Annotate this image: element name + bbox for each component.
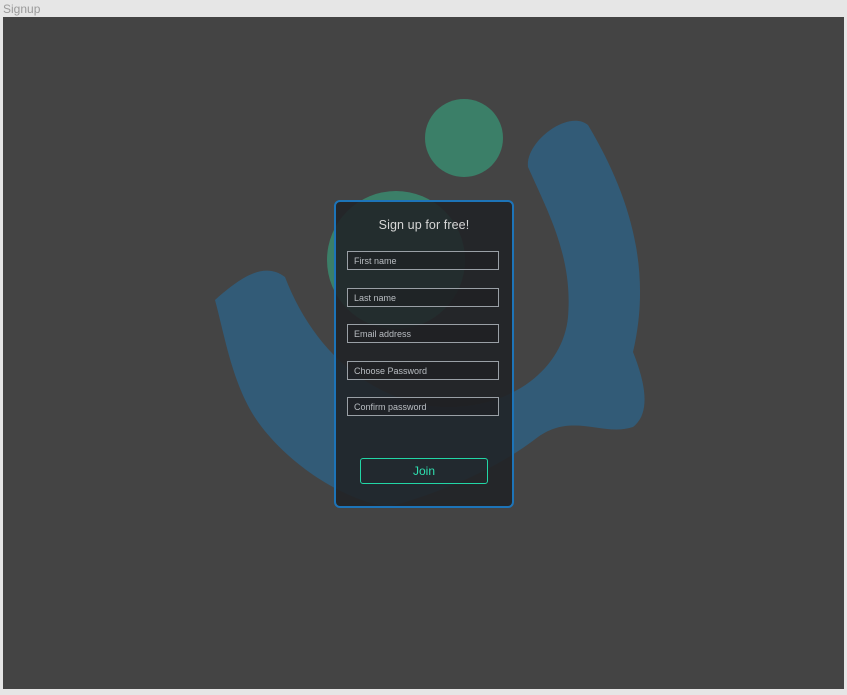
logo-head-circle xyxy=(425,99,503,177)
first-name-input[interactable] xyxy=(347,251,499,270)
window-title: Signup xyxy=(3,2,41,16)
choose-password-input[interactable] xyxy=(347,361,499,380)
last-name-input[interactable] xyxy=(347,288,499,307)
signup-canvas: Sign up for free! Join xyxy=(3,17,844,689)
join-button[interactable]: Join xyxy=(360,458,488,484)
confirm-password-input[interactable] xyxy=(347,397,499,416)
signup-title: Sign up for free! xyxy=(378,218,470,232)
email-address-input[interactable] xyxy=(347,324,499,343)
signup-card: Sign up for free! Join xyxy=(334,200,514,508)
